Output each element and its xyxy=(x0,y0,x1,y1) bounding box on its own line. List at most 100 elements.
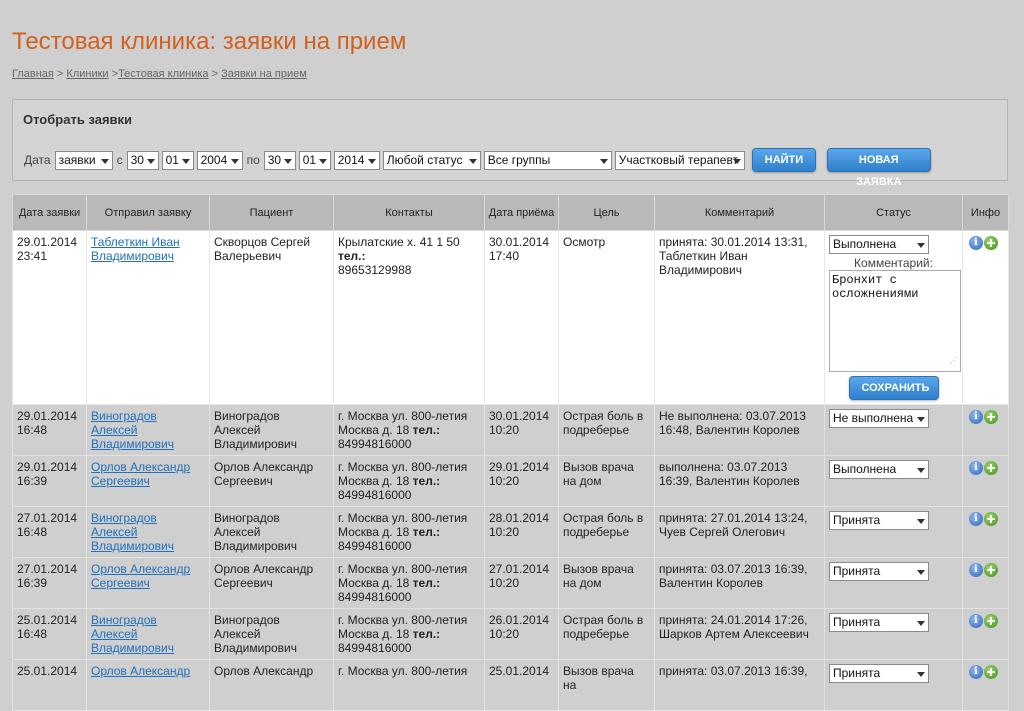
comment-cell: принята: 03.07.2013 16:39, xyxy=(654,659,825,711)
date-type-select[interactable]: заявки xyxy=(54,150,113,170)
new-application-button[interactable]: НОВАЯ ЗАЯВКА xyxy=(826,148,931,188)
info-icon[interactable] xyxy=(969,460,983,475)
phone-label: тел.: xyxy=(338,249,366,263)
add-icon[interactable] xyxy=(984,235,998,250)
status-select[interactable]: Принята xyxy=(829,664,929,683)
request-time: 16:39 xyxy=(17,474,48,488)
add-icon[interactable] xyxy=(984,664,998,679)
request-time: 16:48 xyxy=(17,627,48,641)
phone-number: 84994816000 xyxy=(338,539,412,553)
info-icon[interactable] xyxy=(969,562,983,577)
status-select[interactable]: Принята xyxy=(829,613,929,632)
breadcrumb-clinic-link[interactable]: Тестовая клиника xyxy=(118,68,209,80)
status-select[interactable]: Выполнена xyxy=(829,460,929,479)
column-header: Контакты xyxy=(333,194,485,231)
add-icon[interactable] xyxy=(984,511,998,526)
info-icon[interactable] xyxy=(969,409,983,424)
to-month-select[interactable]: 01 xyxy=(298,150,331,170)
sender-link[interactable]: Таблеткин Иван Владимирович xyxy=(91,235,180,263)
breadcrumb-current-link[interactable]: Заявки на прием xyxy=(221,68,307,80)
contacts-address: г. Москва ул. 800-летия Москва д. 18 xyxy=(338,409,468,437)
sender-link[interactable]: Орлов Александр xyxy=(91,664,190,678)
table-row: 27.01.2014 16:48 Виноградов Алексей Владим… xyxy=(12,506,1009,558)
to-year-select[interactable]: 2014 xyxy=(333,150,380,170)
contacts-cell: г. Москва ул. 800-летия Москва д. 18 тел… xyxy=(333,557,485,609)
status-select[interactable]: Не выполнена xyxy=(829,409,929,428)
contacts-cell: г. Москва ул. 800-летия Москва д. 18 тел… xyxy=(333,608,485,660)
patient-cell: Виноградов Алексей Владимирович xyxy=(209,506,334,558)
contacts-address: г. Москва ул. 800-летия Москва д. 18 xyxy=(338,562,468,590)
visit-date: 30.01.2014 xyxy=(489,409,550,423)
phone-label: тел.: xyxy=(412,525,441,539)
goal-cell: Острая боль в подреберье xyxy=(558,404,655,456)
sender-link[interactable]: Виноградов Алексей Владимирович xyxy=(91,511,174,553)
info-cell xyxy=(962,455,1009,507)
filter-title: Отобрать заявки xyxy=(23,112,133,127)
info-icon[interactable] xyxy=(969,613,983,628)
goal-cell: Вызов врача на xyxy=(558,659,655,711)
status-filter-select[interactable]: Любой статус xyxy=(382,150,481,170)
status-cell: Принята xyxy=(824,557,963,609)
chevron-down-icon xyxy=(283,158,292,164)
info-icon[interactable] xyxy=(969,235,983,250)
info-icon[interactable] xyxy=(969,664,983,679)
from-month-select[interactable]: 01 xyxy=(161,150,194,170)
date-cell: 29.01.2014 16:48 xyxy=(12,404,87,456)
find-button[interactable]: НАЙТИ xyxy=(751,148,816,172)
chevron-down-icon xyxy=(917,672,925,677)
status-value: Не выполнена xyxy=(833,411,914,425)
table-row: 29.01.2014 16:39 Орлов Александр Сергеевич… xyxy=(12,455,1009,507)
visit-date: 30.01.2014 xyxy=(489,235,550,249)
breadcrumb-clinics-link[interactable]: Клиники xyxy=(66,68,108,80)
comment-label: Комментарий: xyxy=(854,256,933,270)
to-year-value: 2014 xyxy=(337,152,365,167)
patient-cell: Орлов Александр xyxy=(209,659,334,711)
save-button[interactable]: СОХРАНИТЬ xyxy=(848,376,939,400)
chevron-down-icon xyxy=(318,158,327,164)
visit-time: 10:20 xyxy=(489,474,520,488)
from-day-select[interactable]: 30 xyxy=(126,150,159,170)
column-header: Инфо xyxy=(962,194,1009,231)
add-icon[interactable] xyxy=(984,562,998,577)
group-filter-select[interactable]: Все группы xyxy=(483,150,612,170)
to-day-select[interactable]: 30 xyxy=(263,150,296,170)
visit-cell: 25.01.2014 xyxy=(484,659,559,711)
info-cell xyxy=(962,659,1009,711)
info-icon[interactable] xyxy=(969,511,983,526)
phone-label: тел.: xyxy=(412,423,441,437)
sender-cell: Орлов Александр xyxy=(86,659,210,711)
sender-link[interactable]: Виноградов Алексей Владимирович xyxy=(91,613,174,655)
add-icon[interactable] xyxy=(984,613,998,628)
sender-link[interactable]: Виноградов Алексей Владимирович xyxy=(91,409,174,451)
comment-textarea[interactable]: Бронхит с осложнениями ⋰ xyxy=(829,270,961,372)
add-icon[interactable] xyxy=(984,409,998,424)
date-cell: 25.01.2014 16:48 xyxy=(12,608,87,660)
breadcrumb-separator: > xyxy=(108,68,119,80)
table-row: 27.01.2014 16:39 Орлов Александр Сергеевич… xyxy=(12,557,1009,609)
phone-number: 84994816000 xyxy=(338,488,412,502)
status-select[interactable]: Принята xyxy=(829,562,929,581)
from-day-value: 30 xyxy=(130,152,144,167)
group-filter-value: Все группы xyxy=(487,152,551,167)
sender-link[interactable]: Орлов Александр Сергеевич xyxy=(91,460,190,488)
chevron-down-icon xyxy=(468,158,477,164)
doctor-filter-select[interactable]: Участковый терапевт xyxy=(614,150,745,170)
status-cell: Выполнена Комментарий: Бронхит с осложне… xyxy=(824,230,963,405)
status-select[interactable]: Выполнена xyxy=(829,235,929,254)
sender-link[interactable]: Орлов Александр Сергеевич xyxy=(91,562,190,590)
sender-cell: Виноградов Алексей Владимирович xyxy=(86,608,210,660)
breadcrumb-separator: > xyxy=(208,68,222,80)
visit-cell: 26.01.2014 10:20 xyxy=(484,608,559,660)
status-select[interactable]: Принята xyxy=(829,511,929,530)
table-header-row: Дата заявки Отправил заявку Пациент Конт… xyxy=(12,194,1009,231)
chevron-down-icon xyxy=(917,417,925,422)
add-icon[interactable] xyxy=(984,460,998,475)
visit-time: 10:20 xyxy=(489,423,520,437)
to-label: по xyxy=(246,153,260,167)
from-year-select[interactable]: 2004 xyxy=(196,150,243,170)
breadcrumb-home-link[interactable]: Главная xyxy=(12,68,54,80)
resize-grip-icon[interactable]: ⋰ xyxy=(950,355,958,369)
table-row-active: 29.01.2014 23:41 Таблеткин Иван Владимиро… xyxy=(12,230,1009,405)
request-time: 23:41 xyxy=(17,249,48,263)
to-day-value: 30 xyxy=(267,152,282,167)
